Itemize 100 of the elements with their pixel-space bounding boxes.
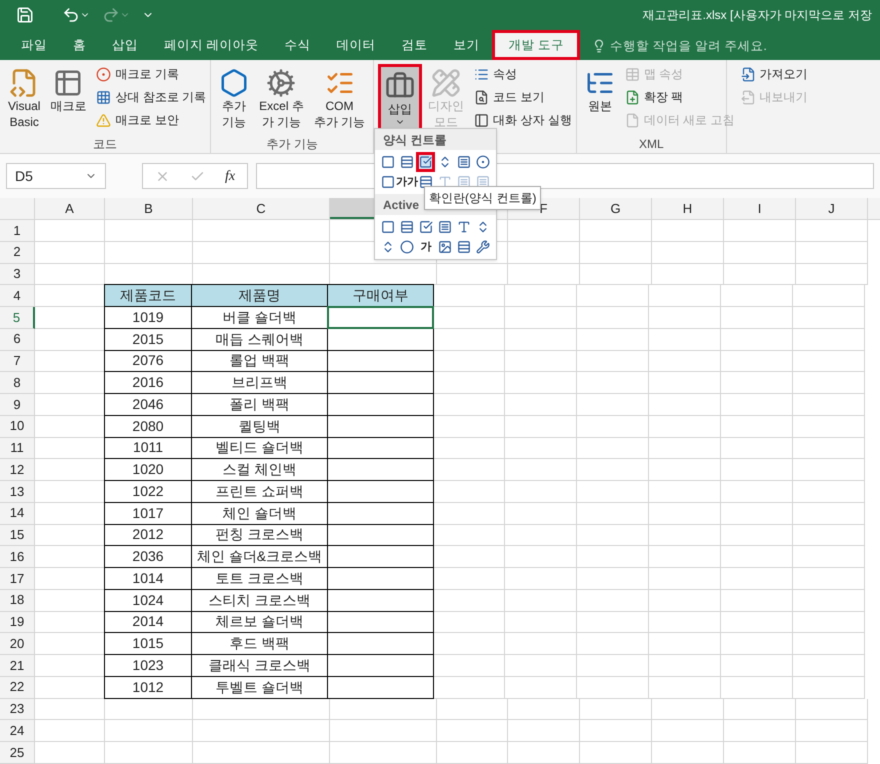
grid-cell (434, 502, 505, 524)
grid-cell (577, 676, 649, 698)
row-header[interactable]: 22 (0, 676, 35, 698)
table-icon (53, 68, 84, 98)
grid-cell (793, 590, 865, 612)
grid-cell (721, 438, 793, 460)
column-header[interactable]: B (105, 198, 193, 219)
row-header[interactable]: 6 (0, 328, 35, 350)
ribbon-button[interactable]: 코드 보기 (474, 87, 572, 107)
grid-cell (793, 612, 865, 634)
row-header[interactable]: 15 (0, 524, 35, 546)
row-header[interactable]: 25 (0, 742, 35, 764)
row-header[interactable]: 23 (0, 698, 35, 720)
grid-cell (577, 285, 649, 307)
grid-cell (434, 350, 505, 372)
column-header[interactable]: G (580, 198, 652, 219)
row-header[interactable]: 19 (0, 612, 35, 634)
column-header[interactable]: I (724, 198, 796, 219)
row-header[interactable]: 16 (0, 546, 35, 568)
row-header[interactable]: 20 (0, 633, 35, 655)
row-header[interactable]: 21 (0, 655, 35, 677)
ribbon-button[interactable]: 상대 참조로 기록 (96, 87, 206, 107)
ribbon-tab[interactable]: 파일 (8, 30, 60, 60)
grid-cell (649, 568, 721, 590)
ribbon-tab[interactable]: 페이지 레이아웃 (151, 30, 272, 60)
grid-cell (437, 742, 508, 764)
ribbon-button[interactable]: 대화 상자 실행 (474, 110, 572, 130)
more-controls-icon (476, 240, 490, 254)
ribbon-tab[interactable]: 개발 도구 (492, 30, 580, 60)
ribbon-button[interactable]: 확장 팩 (624, 87, 735, 107)
ribbon-button[interactable]: 매크로 기록 (96, 64, 206, 84)
row-header[interactable]: 14 (0, 502, 35, 524)
row-header[interactable]: 17 (0, 568, 35, 590)
ribbon-button[interactable]: 속성 (474, 64, 572, 84)
column-header[interactable]: J (796, 198, 868, 219)
ribbon-button[interactable]: 원본 (580, 64, 619, 135)
tell-me-field[interactable]: 수행할 작업을 알려 주세요. (592, 32, 767, 60)
grid-cell (721, 328, 793, 350)
ribbon-button[interactable]: COM 추가 기능 (310, 64, 370, 135)
row-header[interactable]: 5 (0, 307, 35, 329)
scroll-bar-icon (418, 175, 433, 189)
row-header[interactable]: 9 (0, 394, 35, 416)
save-icon[interactable] (16, 6, 34, 24)
pencil-ruler-icon (431, 68, 462, 98)
grid-cell (434, 372, 505, 394)
grid-cell (724, 242, 796, 264)
menu-item[interactable]: 가 (416, 237, 436, 257)
grid-cell (724, 698, 796, 720)
column-header[interactable]: H (652, 198, 724, 219)
grid-cell (577, 633, 649, 655)
ribbon-button[interactable]: 매크로 보안 (96, 110, 206, 130)
grid-cell (577, 416, 649, 438)
ribbon-button[interactable]: 매크로 (46, 64, 90, 135)
grid-cell (721, 633, 793, 655)
grid-cell (577, 524, 649, 546)
row-header[interactable]: 18 (0, 590, 35, 612)
row-header[interactable]: 3 (0, 264, 35, 286)
grid-cell (505, 633, 577, 655)
list-box-icon (438, 220, 452, 234)
ribbon-tab[interactable]: 홈 (60, 30, 99, 60)
row-header[interactable]: 12 (0, 459, 35, 481)
menu-item[interactable] (416, 152, 436, 172)
combo-box-icon (400, 220, 414, 234)
row-header[interactable]: 1 (0, 220, 35, 242)
table-icon (624, 66, 640, 82)
ribbon-button[interactable]: Excel 추 가 기능 (255, 64, 308, 135)
grid-cell (580, 264, 652, 286)
row-header[interactable]: 8 (0, 372, 35, 394)
row-header[interactable]: 2 (0, 242, 35, 264)
insert-function-button[interactable]: fx (225, 166, 236, 186)
ribbon-button[interactable]: 추가 기능 (215, 64, 254, 135)
grid-cell (35, 264, 105, 286)
ribbon-tab[interactable]: 수식 (271, 30, 324, 60)
column-header[interactable]: A (35, 198, 105, 219)
name-box[interactable]: D5 (6, 163, 106, 189)
grid-cell (721, 285, 793, 307)
ribbon-button[interactable]: 가져오기 (740, 64, 808, 84)
ribbon-button[interactable]: Visual Basic (4, 64, 44, 135)
undo-icon[interactable] (62, 6, 80, 24)
menu-item[interactable]: 가가 (397, 172, 416, 192)
grid-cell (793, 502, 865, 524)
grid-cell (793, 655, 865, 677)
row-header[interactable]: 13 (0, 481, 35, 503)
grid-cell (724, 264, 796, 286)
ribbon-tab[interactable]: 보기 (440, 30, 492, 60)
row-header[interactable]: 10 (0, 416, 35, 438)
ribbon-tab[interactable]: 삽입 (99, 30, 151, 60)
record-icon (96, 66, 112, 82)
file-export-icon (740, 90, 756, 104)
grid-icon (96, 90, 112, 104)
ribbon-tab[interactable]: 검토 (388, 30, 440, 60)
grid-cell (437, 698, 508, 720)
row-header[interactable]: 24 (0, 720, 35, 742)
grid-cell (724, 742, 796, 764)
grid-cell (580, 742, 652, 764)
ribbon-tab[interactable]: 데이터 (323, 30, 388, 60)
row-header[interactable]: 4 (0, 285, 35, 307)
row-header[interactable]: 7 (0, 350, 35, 372)
grid-cell (577, 655, 649, 677)
row-header[interactable]: 11 (0, 438, 35, 460)
